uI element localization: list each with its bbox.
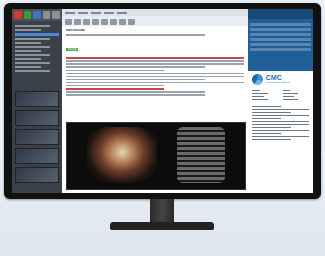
logo-subtitle: Comprehensive Medical	[266, 82, 290, 84]
menu-item[interactable]	[104, 11, 114, 14]
tree-item[interactable]	[15, 46, 51, 48]
table-icon[interactable]	[110, 18, 117, 25]
tree-item[interactable]	[15, 42, 42, 44]
series-thumbnail[interactable]	[15, 167, 59, 183]
worklist-row[interactable]	[250, 43, 311, 46]
tree-item[interactable]	[15, 58, 42, 60]
tree-item[interactable]	[15, 62, 51, 64]
patient-info	[248, 88, 313, 102]
menu-item[interactable]	[78, 11, 88, 14]
menu-bar	[62, 9, 248, 16]
impression-paragraph	[66, 88, 244, 96]
save-icon[interactable]	[23, 11, 32, 19]
text-line	[66, 34, 205, 36]
tree-item[interactable]	[15, 29, 42, 31]
monitor-base	[110, 222, 214, 230]
menu-item[interactable]	[65, 11, 75, 14]
screen: PROCEDURE Normal CMC Comprehensive Medic…	[12, 9, 313, 193]
undo-icon[interactable]	[33, 11, 41, 19]
left-sidebar	[12, 9, 62, 193]
series-thumbnail[interactable]	[15, 110, 59, 126]
tree-item-selected[interactable]	[15, 33, 59, 36]
report-body	[248, 105, 313, 140]
tree-item[interactable]	[15, 38, 51, 40]
study-tree	[12, 21, 62, 76]
tree-item[interactable]	[15, 50, 42, 52]
italic-icon[interactable]	[74, 18, 81, 25]
main-toolbar	[12, 9, 62, 21]
align-icon[interactable]	[101, 18, 108, 25]
series-thumbnail[interactable]	[15, 91, 59, 107]
report-document[interactable]: PROCEDURE Normal	[62, 26, 248, 193]
redo-icon[interactable]	[42, 11, 51, 19]
findings-paragraph	[66, 69, 244, 86]
close-icon[interactable]	[14, 11, 22, 19]
tree-item[interactable]	[15, 66, 42, 68]
spellcheck-icon[interactable]	[128, 18, 135, 25]
logo-text: CMC	[266, 75, 282, 82]
worklist-row[interactable]	[250, 48, 311, 51]
series-thumbnails	[15, 91, 59, 186]
bold-icon[interactable]	[65, 18, 72, 25]
underline-icon[interactable]	[83, 18, 90, 25]
procedure-heading: PROCEDURE	[66, 28, 86, 32]
list-icon[interactable]	[92, 18, 99, 25]
technique-paragraph	[66, 57, 244, 68]
worklist-header	[248, 9, 313, 19]
series-thumbnail[interactable]	[15, 129, 59, 145]
spine-ct-image[interactable]	[177, 127, 225, 183]
report-editor: PROCEDURE Normal	[62, 9, 248, 193]
print-icon[interactable]	[52, 11, 60, 19]
worklist-row[interactable]	[250, 28, 311, 31]
image-viewer[interactable]	[66, 122, 246, 190]
monitor-bezel: PROCEDURE Normal CMC Comprehensive Medic…	[4, 3, 321, 199]
tree-item[interactable]	[15, 25, 51, 27]
worklist-row[interactable]	[250, 33, 311, 36]
menu-item[interactable]	[91, 11, 101, 14]
series-thumbnail[interactable]	[15, 148, 59, 164]
menu-item[interactable]	[117, 11, 127, 14]
logo: CMC Comprehensive Medical	[248, 71, 313, 88]
tree-item[interactable]	[15, 54, 51, 56]
worklist-row[interactable]	[250, 38, 311, 41]
right-panel: CMC Comprehensive Medical	[248, 9, 313, 193]
patient-report-card: CMC Comprehensive Medical	[248, 71, 313, 193]
ct-3d-render-image[interactable]	[87, 127, 157, 183]
worklist-grid	[250, 21, 311, 53]
monitor-stand	[150, 199, 174, 224]
image-icon[interactable]	[119, 18, 126, 25]
highlight-tag: Normal	[66, 48, 79, 51]
logo-mark-icon	[252, 74, 263, 85]
tree-item[interactable]	[15, 70, 51, 72]
worklist-row[interactable]	[250, 23, 311, 26]
